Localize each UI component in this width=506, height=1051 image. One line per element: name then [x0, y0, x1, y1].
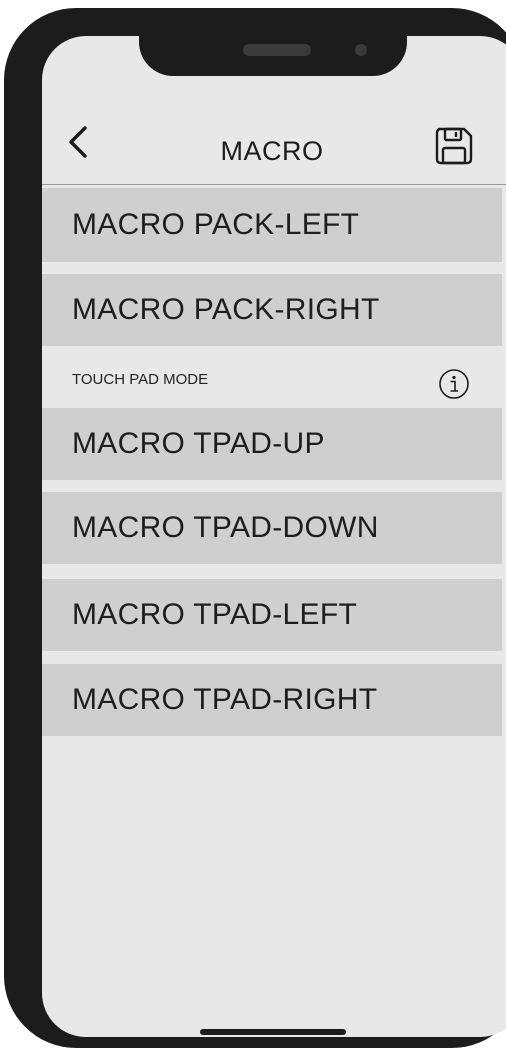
- list-item-label: MACRO PACK-LEFT: [72, 208, 360, 241]
- info-icon: [439, 369, 469, 399]
- list-item-label: MACRO TPAD-UP: [72, 427, 325, 460]
- list-item-macro-tpad-left[interactable]: MACRO TPAD-LEFT: [42, 579, 502, 651]
- save-button[interactable]: [434, 126, 474, 166]
- touch-pad-section-header: TOUCH PAD MODE: [42, 346, 502, 408]
- front-camera: [355, 44, 367, 56]
- list-item-macro-tpad-right[interactable]: MACRO TPAD-RIGHT: [42, 664, 502, 736]
- list-item-label: MACRO TPAD-DOWN: [72, 511, 379, 544]
- notch: [139, 16, 407, 76]
- list-item-label: MACRO PACK-RIGHT: [72, 293, 380, 326]
- floppy-disk-icon: [435, 127, 473, 165]
- list-item-label: MACRO TPAD-RIGHT: [72, 683, 378, 716]
- screen: MACRO MACRO PACK-LEFT MACRO PACK-RIGHT T…: [42, 36, 506, 1037]
- list-item-macro-pack-left[interactable]: MACRO PACK-LEFT: [42, 188, 502, 262]
- home-indicator[interactable]: [200, 1029, 346, 1035]
- page-title: MACRO: [220, 136, 324, 166]
- app-header: MACRO: [42, 96, 506, 185]
- list-item-label: MACRO TPAD-LEFT: [72, 598, 358, 631]
- section-label: TOUCH PAD MODE: [72, 371, 209, 388]
- info-button[interactable]: [438, 368, 470, 400]
- list-item-macro-tpad-down[interactable]: MACRO TPAD-DOWN: [42, 492, 502, 564]
- speaker-grille: [243, 44, 311, 56]
- list-item-macro-tpad-up[interactable]: MACRO TPAD-UP: [42, 408, 502, 480]
- list-item-macro-pack-right[interactable]: MACRO PACK-RIGHT: [42, 274, 502, 346]
- phone-frame: MACRO MACRO PACK-LEFT MACRO PACK-RIGHT T…: [4, 8, 506, 1048]
